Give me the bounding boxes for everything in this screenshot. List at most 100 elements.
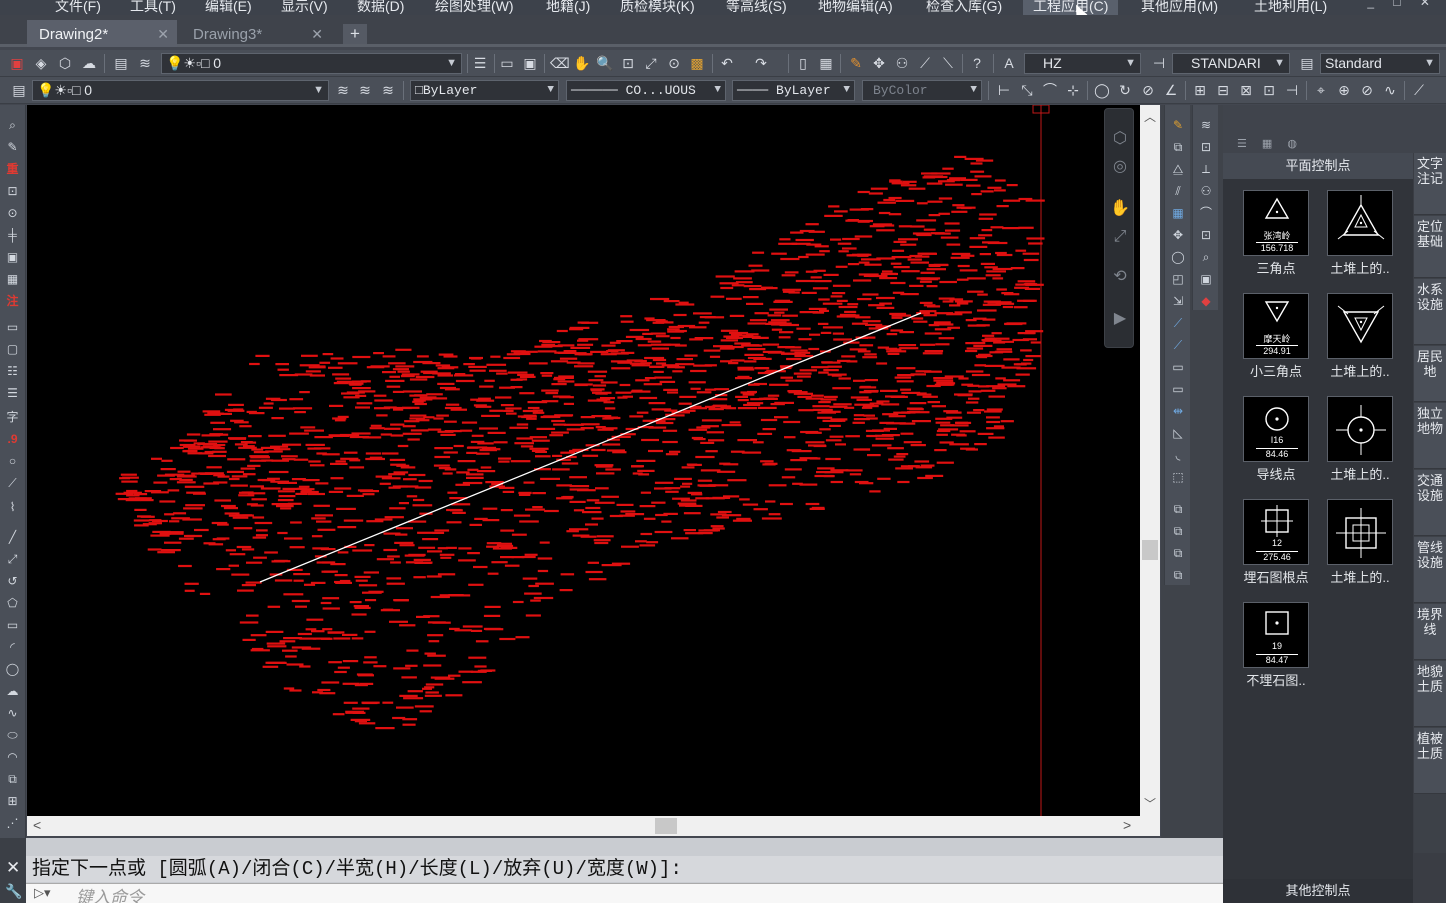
- dim-ordinate-icon[interactable]: ⊹: [1064, 81, 1082, 99]
- insert-block-icon[interactable]: ⧉: [4, 771, 21, 788]
- chamfer-icon[interactable]: ◺: [1169, 425, 1187, 442]
- layer-combo[interactable]: 💡☀▫□ 0 ▼: [161, 53, 462, 74]
- symbol-triangle-point[interactable]: 张湾岭 156.718: [1243, 190, 1309, 256]
- window-controls[interactable]: _ □ ✕: [1367, 0, 1438, 9]
- viewcube-icon[interactable]: ⬡: [1110, 129, 1130, 149]
- tab-drawing3[interactable]: Drawing3* ✕: [181, 20, 331, 47]
- rectangle-icon[interactable]: ▭: [4, 617, 21, 634]
- layer-manager-icon[interactable]: ▤: [10, 81, 28, 99]
- group-select-icon[interactable]: ⚇: [1197, 183, 1215, 200]
- linetype-combo[interactable]: ────── CO...UOUS ▼: [566, 80, 726, 101]
- new-tab-button[interactable]: +: [343, 24, 367, 44]
- redraw-icon[interactable]: 重: [4, 161, 21, 178]
- menu-tools[interactable]: 工具(T): [130, 0, 176, 15]
- wrench-icon[interactable]: 🔧: [5, 883, 22, 900]
- symbol-unburied-stone[interactable]: 19 84.47: [1243, 602, 1309, 668]
- spline-icon[interactable]: ∿: [4, 705, 21, 722]
- cloud-icon[interactable]: ☁: [80, 54, 98, 72]
- dim-break-icon[interactable]: ⊣: [1283, 81, 1301, 99]
- symbol-small-triangle[interactable]: 摩天岭 294.91: [1243, 293, 1309, 359]
- annotate-icon[interactable]: 注: [4, 293, 21, 310]
- symbol-traverse-mound[interactable]: [1327, 396, 1393, 462]
- rect-icon[interactable]: ▭: [4, 319, 21, 336]
- snap-icon[interactable]: ⊙: [4, 205, 21, 222]
- mirror-icon[interactable]: ⧋: [1169, 161, 1187, 178]
- drawing-canvas[interactable]: [27, 105, 1140, 816]
- menu-file[interactable]: 文件(F): [55, 0, 101, 15]
- pan-icon[interactable]: ✋: [1110, 199, 1130, 219]
- center-mark-icon[interactable]: ⊕: [1335, 81, 1353, 99]
- tolerance-icon[interactable]: ⌖: [1312, 81, 1330, 99]
- move-icon[interactable]: ✥: [1169, 227, 1187, 244]
- dim-angular-icon[interactable]: ∠: [1162, 81, 1180, 99]
- close-icon[interactable]: ✕: [6, 858, 20, 878]
- menu-check-import[interactable]: 检查入库(G): [926, 0, 1002, 15]
- scroll-thumb[interactable]: [1142, 540, 1158, 560]
- orbit-icon[interactable]: ⟲: [1110, 267, 1130, 287]
- pen-icon[interactable]: ✎: [4, 139, 21, 156]
- text-icon[interactable]: 字: [4, 409, 21, 426]
- symbol-triangle-mound[interactable]: [1327, 190, 1393, 256]
- menu-cadastre[interactable]: 地籍(J): [546, 0, 590, 15]
- bars-icon[interactable]: ☰: [4, 385, 21, 402]
- select-icon[interactable]: ⊡: [4, 183, 21, 200]
- table-icon[interactable]: ▦: [4, 271, 21, 288]
- table-style-combo[interactable]: Standard ▼: [1320, 53, 1440, 74]
- close-icon[interactable]: ✕: [311, 26, 323, 43]
- join-icon[interactable]: ⇹: [1169, 403, 1187, 420]
- help-icon[interactable]: ?: [968, 54, 986, 72]
- dim-space-icon[interactable]: ⊡: [1260, 81, 1278, 99]
- dim-linear-icon[interactable]: ⊢: [995, 81, 1013, 99]
- measure-icon[interactable]: ⟂: [1197, 161, 1215, 178]
- ellipse-arc-icon[interactable]: ◠: [4, 749, 21, 766]
- side-tab-residential[interactable]: 居民地: [1414, 346, 1446, 402]
- dim-continue-icon[interactable]: ⊠: [1237, 81, 1255, 99]
- revcloud-icon[interactable]: ☁: [4, 683, 21, 700]
- find-icon[interactable]: ⌕: [1197, 249, 1215, 266]
- layer-properties-icon[interactable]: ▤: [112, 54, 130, 72]
- line-icon[interactable]: ⟋: [4, 475, 21, 492]
- point-icon[interactable]: .9: [4, 431, 21, 448]
- vertical-scrollbar[interactable]: ︿ ﹀: [1140, 105, 1160, 816]
- chevron-down-icon[interactable]: ﹀: [1144, 795, 1156, 812]
- grid-icon[interactable]: ╪: [4, 227, 21, 244]
- undo-icon[interactable]: ↶: [718, 54, 736, 72]
- zoom-object-icon[interactable]: ⊡: [1197, 227, 1215, 244]
- select-similar-icon[interactable]: ⊡: [1197, 139, 1215, 156]
- menu-view[interactable]: 显示(V): [281, 0, 328, 15]
- text-style-combo[interactable]: HZ ▼: [1024, 53, 1141, 74]
- table-edit-icon[interactable]: ▣: [1197, 271, 1215, 288]
- command-input[interactable]: ▷▾ 键入命令: [26, 883, 1223, 903]
- side-tab-traffic[interactable]: 交通设施: [1414, 470, 1446, 536]
- lasso-icon[interactable]: ⌒: [1197, 205, 1215, 222]
- box-icon[interactable]: ⬡: [56, 54, 74, 72]
- zoom-prev-icon[interactable]: ⊙: [665, 54, 683, 72]
- dim-diameter-icon[interactable]: ⊘: [1139, 81, 1157, 99]
- lineweight-combo[interactable]: ──── ByLayer ▼: [732, 80, 855, 101]
- explode-icon[interactable]: ⬚: [1169, 469, 1187, 486]
- break-point-icon[interactable]: ▭: [1169, 381, 1187, 398]
- menu-edit[interactable]: 编辑(E): [205, 0, 252, 15]
- lineweight-icon[interactable]: ☰: [471, 54, 489, 72]
- side-tab-text-annotation[interactable]: 文字注记: [1414, 153, 1446, 215]
- trim-icon[interactable]: ⟋: [1169, 315, 1187, 332]
- dim-edit-icon[interactable]: ⟋: [1410, 81, 1428, 99]
- make-block-icon[interactable]: ⊞: [4, 793, 21, 810]
- tab-drawing2[interactable]: Drawing2* ✕: [27, 20, 177, 47]
- chevron-right-icon[interactable]: >: [1123, 817, 1131, 833]
- menu-other-apps[interactable]: 其他应用(M): [1141, 0, 1218, 15]
- zoom-icon[interactable]: 🔍: [596, 54, 614, 72]
- offset-icon[interactable]: ⫽: [1169, 183, 1187, 200]
- draworder-back-icon[interactable]: ⧉: [1169, 523, 1187, 540]
- array-icon[interactable]: ▦: [1169, 205, 1187, 222]
- fillet-icon[interactable]: ◟: [1169, 447, 1187, 464]
- ellipse-icon[interactable]: ⬭: [4, 727, 21, 744]
- circle-icon[interactable]: ○: [4, 453, 21, 470]
- wave-icon[interactable]: ⌇: [4, 499, 21, 516]
- zoom-extents-icon[interactable]: ⤢: [642, 54, 660, 72]
- polyline-icon[interactable]: ↺: [4, 573, 21, 590]
- horizontal-scrollbar[interactable]: < >: [27, 816, 1140, 836]
- menu-draw[interactable]: 绘图处理(W): [435, 0, 514, 15]
- close-icon[interactable]: ✕: [157, 26, 169, 43]
- 3d-icon[interactable]: ▣: [8, 54, 26, 72]
